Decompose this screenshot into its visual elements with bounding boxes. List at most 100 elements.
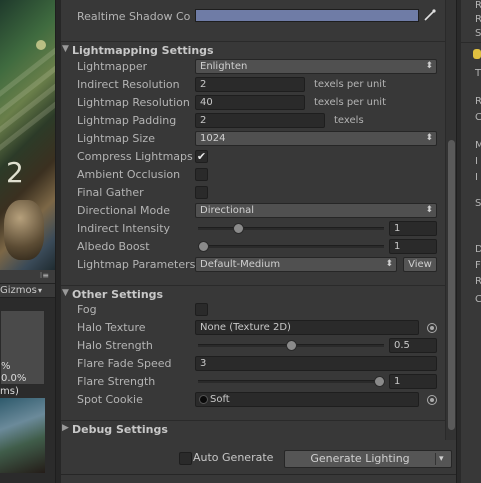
spot-cookie-value: Soft — [210, 394, 230, 405]
lightmapper-dropdown[interactable]: Enlighten ⬍ — [195, 59, 437, 74]
chevron-down-icon[interactable]: ▾ — [439, 451, 444, 467]
auto-generate-checkbox[interactable] — [179, 452, 192, 465]
property-label-fragment: R — [475, 276, 481, 287]
flare-strength-input[interactable]: 1 — [389, 374, 437, 389]
flare-fade-speed-input[interactable]: 3 — [195, 356, 437, 371]
spot-cookie-row: Spot Cookie Soft — [61, 391, 445, 409]
dropdown-value: Directional — [200, 205, 255, 216]
property-label-fragment: C — [475, 112, 481, 123]
property-label-fragment: R — [475, 96, 481, 107]
chevron-down-icon[interactable]: ▾ — [38, 284, 42, 298]
dropdown-value: Default-Medium — [200, 259, 281, 270]
albedo-boost-label: Albedo Boost — [77, 240, 150, 253]
flare-fade-speed-label: Flare Fade Speed — [77, 357, 172, 370]
lighting-inspector: Realtime Shadow Co ▼ Lightmapping Settin… — [61, 0, 456, 483]
lightmap-resolution-label: Lightmap Resolution — [77, 96, 190, 109]
generate-lighting-button[interactable]: Generate Lighting ▾ — [284, 450, 452, 468]
property-label-fragment: T — [475, 68, 481, 79]
final-gather-checkbox[interactable] — [195, 186, 208, 199]
slider-track — [198, 380, 384, 383]
fog-row: Fog — [61, 301, 445, 319]
dropdown-value: Enlighten — [200, 61, 248, 72]
compress-lightmaps-checkbox[interactable]: ✔ — [195, 150, 208, 163]
generate-lighting-label: Generate Lighting — [310, 452, 410, 465]
directional-mode-dropdown[interactable]: Directional ⬍ — [195, 203, 437, 218]
flare-strength-label: Flare Strength — [77, 375, 156, 388]
slider-thumb[interactable] — [233, 223, 245, 234]
lightmap-padding-row: Lightmap Padding 2 texels — [61, 112, 445, 130]
albedo-boost-input[interactable]: 1 — [389, 239, 437, 254]
realtime-shadow-label: Realtime Shadow Co — [77, 10, 191, 23]
indirect-resolution-label: Indirect Resolution — [77, 78, 180, 91]
section-title: Lightmapping Settings — [72, 44, 214, 57]
albedo-boost-slider[interactable] — [198, 239, 384, 254]
dropdown-value: 1024 — [200, 133, 226, 144]
lightmap-padding-input[interactable]: 2 — [195, 113, 325, 128]
halo-strength-input[interactable]: 0.5 — [389, 338, 437, 353]
lightmap-resolution-row: Lightmap Resolution 40 texels per unit — [61, 94, 445, 112]
chevron-down-icon: ▼ — [62, 44, 69, 54]
indirect-resolution-row: Indirect Resolution 2 texels per unit — [61, 76, 445, 94]
updown-arrows-icon: ⬍ — [385, 259, 393, 269]
halo-strength-slider[interactable] — [198, 338, 384, 353]
property-label-fragment: C — [475, 294, 481, 305]
directional-mode-label: Directional Mode — [77, 204, 170, 217]
scene-toolbar: ⁝≡ — [0, 270, 55, 284]
final-gather-row: Final Gather — [61, 184, 445, 202]
indirect-intensity-input[interactable]: 1 — [389, 221, 437, 236]
flare-strength-slider[interactable] — [198, 374, 385, 389]
property-label-fragment: D — [475, 244, 481, 255]
panel-divider — [461, 42, 481, 43]
scene-overlay-digit: 2 — [6, 156, 24, 189]
lightmap-size-dropdown[interactable]: 1024 ⬍ — [195, 131, 437, 146]
flare-strength-row: Flare Strength 1 — [61, 373, 445, 391]
eyedropper-icon[interactable] — [423, 8, 437, 22]
property-label-fragment: R — [475, 0, 481, 11]
scene-light-gizmo — [36, 40, 46, 50]
lightmap-padding-label: Lightmap Padding — [77, 114, 177, 127]
object-picker-icon[interactable] — [427, 395, 437, 405]
spot-cookie-field[interactable]: Soft — [195, 392, 419, 407]
realtime-shadow-color-swatch[interactable] — [195, 9, 419, 22]
lightmap-size-label: Lightmap Size — [77, 132, 155, 145]
slider-thumb[interactable] — [374, 376, 385, 387]
object-picker-icon[interactable] — [427, 323, 437, 333]
updown-arrows-icon: ⬍ — [425, 205, 433, 215]
lightmapper-row: Lightmapper Enlighten ⬍ — [61, 58, 445, 76]
property-label-fragment: I — [475, 156, 478, 167]
lightmap-parameters-row: Lightmap Parameters Default-Medium ⬍ Vie… — [61, 256, 445, 274]
unit-label: texels — [334, 115, 364, 126]
halo-texture-field[interactable]: None (Texture 2D) — [195, 320, 419, 335]
albedo-boost-row: Albedo Boost 1 — [61, 238, 445, 256]
property-label-fragment: F — [475, 260, 481, 271]
slider-thumb[interactable] — [286, 340, 297, 351]
lightmapping-settings-header[interactable]: ▼ Lightmapping Settings — [61, 41, 445, 59]
scene-viewport[interactable]: 2 — [0, 0, 55, 270]
ambient-occlusion-checkbox[interactable] — [195, 168, 208, 181]
stats-line: % — [1, 361, 11, 372]
indirect-intensity-row: Indirect Intensity 1 — [61, 220, 445, 238]
lightmap-resolution-input[interactable]: 40 — [195, 95, 305, 110]
chevron-down-icon: ▼ — [62, 288, 69, 298]
indirect-resolution-input[interactable]: 2 — [195, 77, 305, 92]
unit-label: texels per unit — [314, 79, 386, 90]
lightmap-parameters-dropdown[interactable]: Default-Medium ⬍ — [195, 257, 397, 272]
scene-rock — [4, 200, 44, 260]
slider-track — [198, 227, 384, 230]
property-label-fragment: M — [475, 140, 481, 151]
fog-checkbox[interactable] — [195, 303, 208, 316]
indirect-intensity-slider[interactable] — [198, 221, 384, 236]
scrollbar[interactable] — [445, 0, 456, 440]
game-view: % 0.0% ms) — [0, 298, 55, 483]
slider-thumb[interactable] — [198, 241, 209, 252]
game-view-render: ms) — [0, 386, 45, 473]
stats-panel: % 0.0% — [0, 310, 45, 385]
footer-divider — [61, 474, 456, 475]
gizmos-dropdown[interactable]: Gizmos — [0, 284, 37, 298]
view-button[interactable]: View — [403, 257, 437, 272]
property-label-fragment: I — [475, 172, 478, 183]
right-inspector-panel: RRSTRCMIISDFRC — [461, 0, 481, 483]
debug-settings-header[interactable]: ▶ Debug Settings — [61, 420, 445, 438]
scrollbar-thumb[interactable] — [448, 140, 455, 430]
panel-menu-icon[interactable]: ⁝≡ — [40, 272, 49, 280]
